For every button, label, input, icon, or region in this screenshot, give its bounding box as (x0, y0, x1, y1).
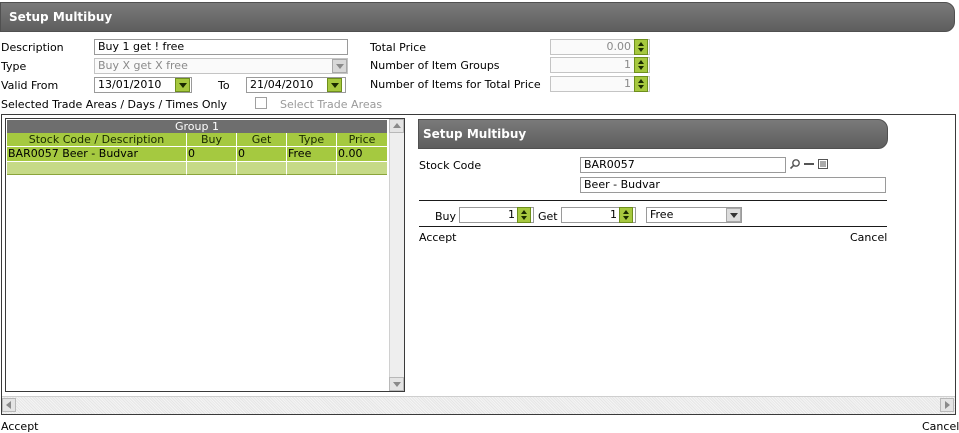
buy-label: Buy (435, 210, 457, 223)
scroll-up-button[interactable] (389, 119, 404, 133)
editor-cancel-button[interactable]: Cancel (850, 231, 887, 244)
reward-type-dropdown-button[interactable] (726, 208, 741, 222)
arrow-down-icon (638, 48, 644, 52)
list-icon[interactable] (817, 158, 829, 170)
table-new-row-cell[interactable] (287, 162, 337, 175)
table-row-cell-type[interactable]: Free (287, 147, 337, 161)
to-label: To (218, 79, 230, 92)
selected-trade-areas-checkbox[interactable] (255, 97, 267, 109)
arrow-right-icon (945, 401, 950, 409)
column-header-type[interactable]: Type (287, 133, 337, 147)
table-row-cell-buy[interactable]: 0 (187, 147, 237, 161)
table-new-row-cell[interactable] (237, 162, 287, 175)
table-row-cell-stock[interactable]: BAR0057 Beer - Budvar (7, 147, 187, 161)
type-select-value: Buy X get X free (98, 59, 188, 72)
table-new-row-cell[interactable] (337, 162, 387, 175)
arrow-up-icon (521, 210, 527, 214)
reward-type-value: Free (650, 208, 674, 221)
arrow-down-icon (393, 382, 401, 387)
table-new-row-cell[interactable] (7, 162, 187, 175)
items-total-price-spinner[interactable] (634, 76, 648, 92)
column-header-buy[interactable]: Buy (187, 133, 237, 147)
window-title-bar: Setup Multibuy (0, 2, 955, 32)
group-header: Group 1 (7, 120, 387, 133)
editor-title: Setup Multibuy (423, 127, 527, 141)
scroll-down-button[interactable] (389, 377, 404, 391)
table-row-cell-price[interactable]: 0.00 (337, 147, 387, 161)
valid-to-date-button[interactable] (327, 78, 342, 92)
description-label: Description (1, 41, 64, 54)
total-price-spinner[interactable] (634, 39, 648, 55)
arrow-up-icon (638, 79, 644, 83)
stock-code-input[interactable]: BAR0057 (580, 157, 786, 173)
horizontal-scrollbar[interactable] (2, 396, 955, 414)
stock-code-label: Stock Code (419, 159, 482, 172)
arrow-up-icon (638, 60, 644, 64)
column-header-get[interactable]: Get (237, 133, 287, 147)
selected-trade-areas-label: Selected Trade Areas / Days / Times Only (1, 98, 228, 111)
cancel-button[interactable]: Cancel (922, 420, 959, 433)
divider (419, 226, 887, 227)
table-row-cell-get[interactable]: 0 (237, 147, 287, 161)
scroll-right-button[interactable] (940, 398, 954, 412)
window-title: Setup Multibuy (9, 10, 113, 24)
arrow-down-icon (521, 216, 527, 220)
arrow-down-icon (638, 66, 644, 70)
arrow-down-icon (623, 216, 629, 220)
type-dropdown-button[interactable] (332, 59, 347, 73)
type-label: Type (1, 60, 27, 73)
grid-vertical-scrollbar[interactable] (389, 119, 404, 391)
valid-from-date-button[interactable] (175, 78, 190, 92)
chevron-down-icon (331, 83, 339, 88)
get-quantity-spinner[interactable] (619, 207, 633, 223)
item-groups-label: Number of Item Groups (370, 59, 500, 72)
items-total-price-label: Number of Items for Total Price (370, 78, 541, 91)
column-header-stock-code[interactable]: Stock Code / Description (7, 133, 187, 147)
scroll-left-button[interactable] (2, 398, 16, 412)
arrow-up-icon (638, 42, 644, 46)
editor-accept-button[interactable]: Accept (419, 231, 457, 244)
chevron-down-icon (179, 83, 187, 88)
editor-title-bar: Setup Multibuy (418, 119, 888, 149)
item-groups-spinner[interactable] (634, 57, 648, 73)
arrow-down-icon (638, 85, 644, 89)
type-select[interactable]: Buy X get X free (94, 58, 348, 74)
arrow-up-icon (623, 210, 629, 214)
column-header-price[interactable]: Price (337, 133, 387, 147)
total-price-label: Total Price (370, 41, 427, 54)
arrow-left-icon (6, 401, 11, 409)
stock-description-field: Beer - Budvar (580, 177, 886, 193)
divider (419, 200, 887, 201)
clear-icon[interactable] (803, 158, 815, 170)
table-new-row-cell[interactable] (187, 162, 237, 175)
select-trade-areas-link[interactable]: Select Trade Areas (280, 98, 382, 111)
search-icon[interactable] (789, 158, 801, 170)
description-input[interactable]: Buy 1 get ! free (94, 39, 348, 55)
chevron-down-icon (336, 64, 344, 69)
valid-from-label: Valid From (1, 79, 59, 92)
chevron-down-icon (730, 213, 738, 218)
get-label: Get (538, 210, 558, 223)
buy-quantity-spinner[interactable] (517, 207, 531, 223)
accept-button[interactable]: Accept (1, 420, 39, 433)
arrow-up-icon (393, 123, 401, 128)
